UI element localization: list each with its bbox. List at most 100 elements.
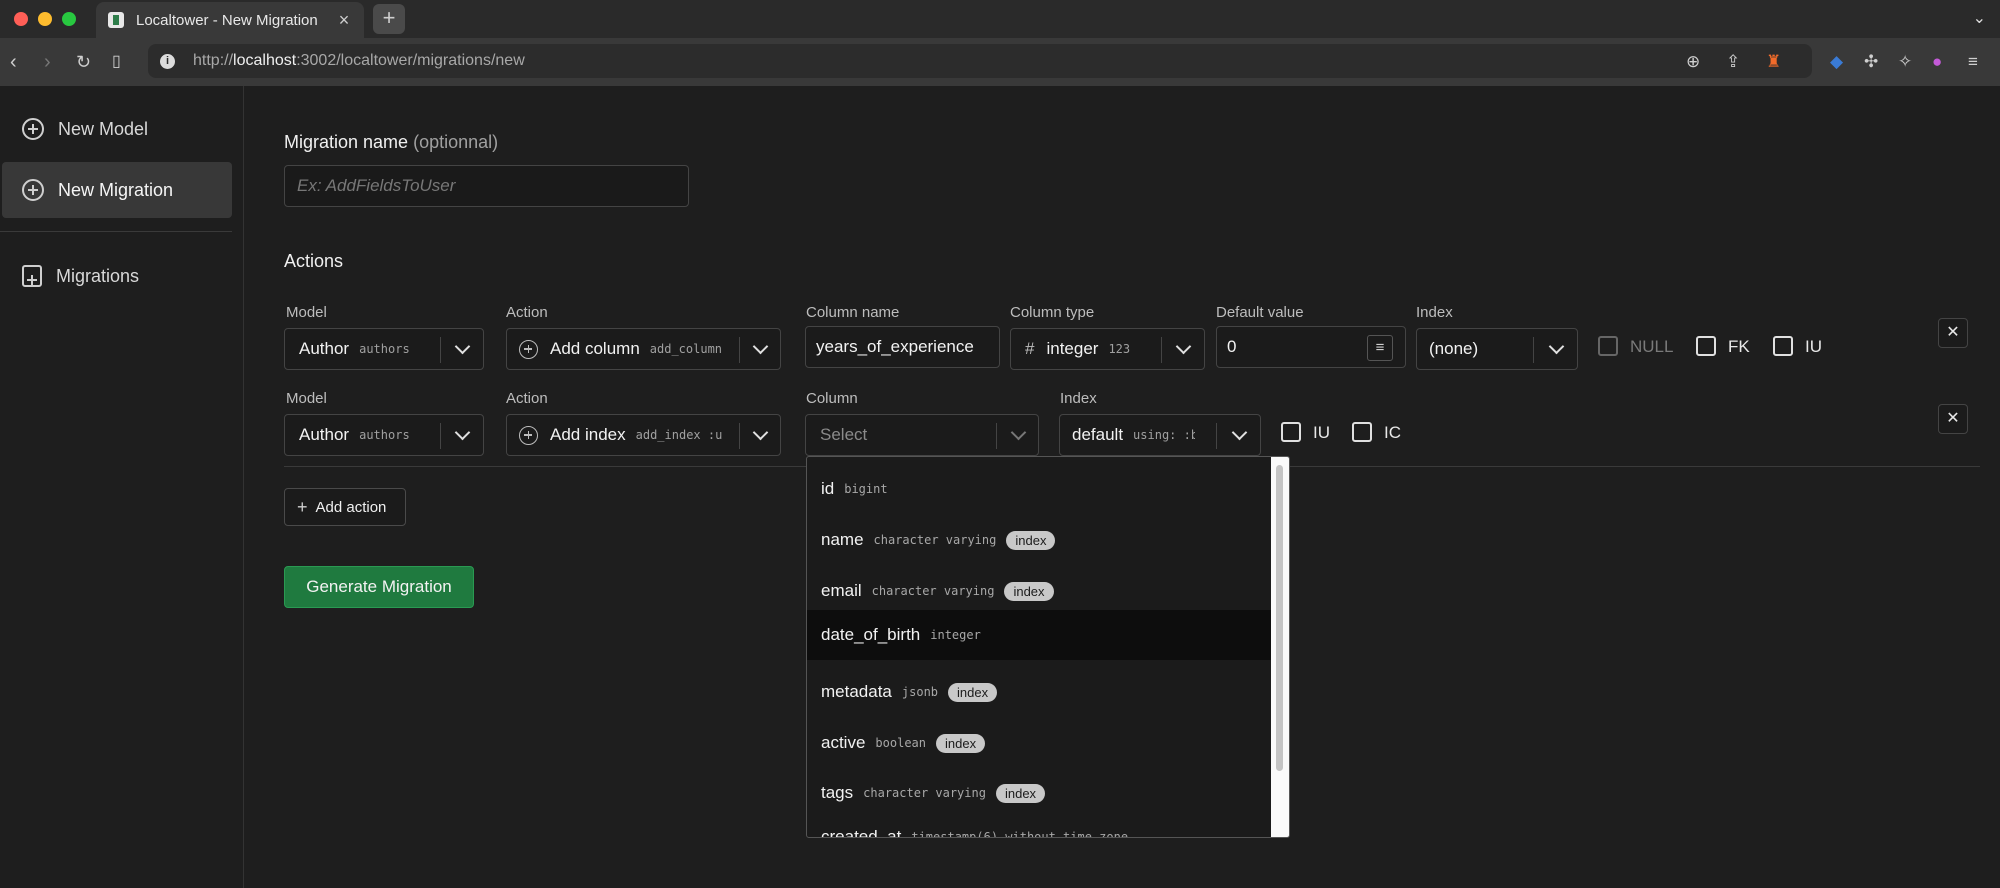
browser-tab[interactable]: Localtower - New Migration × — [96, 2, 364, 38]
sidebar: New Model New Migration Migrations — [0, 86, 244, 888]
dropdown-option-metadata[interactable]: metadata jsonb index — [807, 667, 1271, 717]
migration-name-label: Migration name (optionnal) — [284, 132, 499, 152]
dropdown-option-date-of-birth[interactable]: date_of_birth integer — [807, 610, 1271, 660]
zoom-icon[interactable]: ⊕ — [1686, 52, 1700, 72]
forward-icon[interactable]: › — [44, 50, 51, 74]
model-select[interactable]: Author authors — [284, 414, 484, 456]
menu-icon[interactable]: ≡ — [1968, 52, 1978, 72]
dropdown-option-tags[interactable]: tags character varying index — [807, 768, 1271, 818]
index-badge: index — [936, 733, 986, 753]
close-tab-icon[interactable]: × — [334, 10, 354, 31]
ic-checkbox[interactable] — [1352, 422, 1372, 442]
list-icon[interactable]: ≡ — [1367, 335, 1393, 361]
dropdown-option-id[interactable]: id bigint — [807, 464, 1271, 514]
remove-action-button[interactable]: ✕ — [1938, 404, 1968, 434]
action-select[interactable]: Add column add_column — [506, 328, 781, 370]
dropdown-option-active[interactable]: active boolean index — [807, 718, 1271, 768]
tab-title: Localtower - New Migration — [136, 11, 318, 29]
dropdown-scrollbar[interactable] — [1271, 457, 1289, 837]
column-dropdown-menu: id bigint name character varying index e… — [806, 456, 1290, 838]
chevron-down-icon — [752, 338, 769, 355]
column-type-label: Column type — [1010, 304, 1095, 321]
back-icon[interactable]: ‹ — [10, 50, 17, 74]
action-label: Action — [506, 304, 548, 321]
wallet-icon[interactable]: ◆ — [1830, 52, 1843, 72]
plus-circle-icon — [519, 339, 538, 359]
reload-icon[interactable]: ↻ — [76, 50, 91, 74]
index-select[interactable]: default using: :b — [1059, 414, 1261, 456]
add-action-button[interactable]: + Add action — [284, 488, 406, 526]
chevron-down-icon — [1548, 338, 1565, 355]
chevron-down-icon — [1010, 424, 1027, 441]
chevron-down-icon — [1231, 424, 1248, 441]
plus-circle-icon — [519, 425, 538, 445]
iu-checkbox-label: IU — [1805, 337, 1822, 356]
default-value-label: Default value — [1216, 304, 1304, 321]
ic-checkbox-label: IC — [1384, 423, 1401, 442]
new-tab-button[interactable]: + — [373, 4, 405, 34]
default-value-input[interactable]: 0 ≡ — [1216, 326, 1406, 368]
index-badge: index — [1006, 530, 1056, 550]
bookmark-icon[interactable]: ▯ — [112, 50, 121, 74]
action-select[interactable]: Add index add_index :u — [506, 414, 781, 456]
column-name-label: Column name — [806, 304, 900, 321]
sidebar-item-migrations[interactable]: Migrations — [2, 248, 232, 304]
index-label: Index — [1060, 390, 1097, 407]
url-bar[interactable]: i http://localhost:3002/localtower/migra… — [148, 44, 1812, 78]
tab-list-chevron-icon[interactable]: ⌄ — [1973, 8, 1986, 28]
index-select[interactable]: (none) — [1416, 328, 1578, 370]
site-info-icon[interactable]: i — [160, 53, 175, 69]
null-checkbox[interactable] — [1598, 336, 1618, 356]
fk-checkbox[interactable] — [1696, 336, 1716, 356]
address-toolbar: ‹ › ↻ ▯ i http://localhost:3002/localtow… — [0, 38, 2000, 86]
index-label: Index — [1416, 304, 1453, 321]
model-label: Model — [286, 390, 327, 407]
column-name-input[interactable]: years_of_experience — [805, 326, 1000, 368]
brave-shield-icon[interactable]: ♜ — [1766, 52, 1781, 72]
iu-checkbox-label: IU — [1313, 423, 1330, 442]
iu-checkbox[interactable] — [1281, 422, 1301, 442]
chevron-down-icon — [454, 424, 471, 441]
column-select[interactable]: Select — [805, 414, 1039, 456]
migration-name-input[interactable]: Ex: AddFieldsToUser — [284, 165, 689, 207]
plus-icon: + — [297, 496, 308, 517]
column-type-select[interactable]: # integer 123 — [1010, 328, 1205, 370]
chevron-down-icon — [1175, 338, 1192, 355]
dropdown-option-created-at[interactable]: created_at timestamp(6) without time zon… — [807, 812, 1271, 837]
localtower-favicon-icon — [108, 12, 124, 28]
extensions-icon[interactable]: ✣ — [1864, 52, 1878, 72]
share-icon[interactable]: ⇪ — [1726, 52, 1740, 72]
fk-checkbox-label: FK — [1728, 337, 1750, 356]
index-badge: index — [995, 783, 1046, 803]
index-badge: index — [948, 682, 998, 702]
iu-checkbox[interactable] — [1773, 336, 1793, 356]
chevron-down-icon — [752, 424, 769, 441]
chevron-down-icon — [454, 338, 471, 355]
column-label: Column — [806, 390, 858, 407]
remove-action-button[interactable]: ✕ — [1938, 318, 1968, 348]
sidebar-item-label: Migrations — [56, 265, 140, 286]
plus-circle-icon — [22, 118, 44, 140]
minimize-window-button[interactable] — [38, 12, 52, 26]
plus-square-icon — [22, 265, 42, 287]
sidebar-item-new-model[interactable]: New Model — [2, 101, 232, 157]
leo-ai-icon[interactable]: ✧ — [1898, 52, 1912, 72]
scrollbar-thumb[interactable] — [1276, 465, 1283, 771]
null-checkbox-label: NULL — [1630, 337, 1674, 356]
dropdown-option-email[interactable]: email character varying index — [807, 566, 1271, 616]
sidebar-item-label: New Migration — [58, 179, 174, 200]
action-label: Action — [506, 390, 548, 407]
sidebar-item-new-migration[interactable]: New Migration — [2, 162, 232, 218]
dropdown-option-name[interactable]: name character varying index — [807, 515, 1271, 565]
model-select[interactable]: Author authors — [284, 328, 484, 370]
index-badge: index — [1004, 581, 1054, 601]
plus-circle-icon — [22, 179, 44, 201]
sidebar-item-label: New Model — [58, 118, 149, 139]
maximize-window-button[interactable] — [62, 12, 76, 26]
url-text: http://localhost:3002/localtower/migrati… — [193, 52, 525, 69]
profile-avatar-icon[interactable]: ● — [1932, 52, 1942, 72]
model-label: Model — [286, 304, 327, 321]
close-window-button[interactable] — [14, 12, 28, 26]
hash-icon: # — [1025, 339, 1035, 358]
generate-migration-button[interactable]: Generate Migration — [284, 566, 474, 608]
